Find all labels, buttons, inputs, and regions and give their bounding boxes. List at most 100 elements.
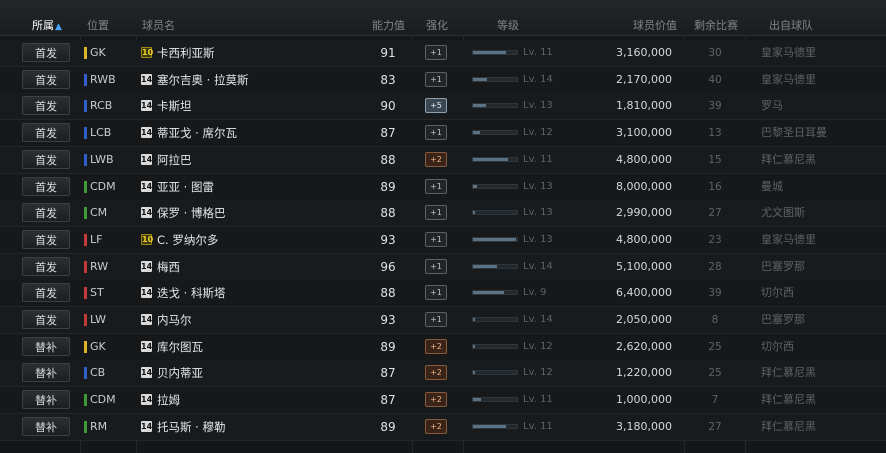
position-color-bar [84, 233, 87, 246]
ability-value: 89 [380, 339, 396, 354]
role-button[interactable]: 首发 [22, 123, 70, 143]
player-name[interactable]: 塞尔吉奥 · 拉莫斯 [157, 67, 248, 93]
table-row[interactable]: 替补 GK 14 库尔图瓦 89 +2 Lv. 12 2,620,000 25 切尔西 [0, 333, 886, 361]
value-header[interactable]: 球员价值 [633, 0, 677, 35]
level-progress-bar [472, 76, 518, 82]
ability-header[interactable]: 能力值 [372, 0, 405, 35]
player-name[interactable]: 贝内蒂亚 [157, 360, 203, 386]
position-label: RM [90, 419, 108, 433]
role-button[interactable]: 首发 [22, 310, 70, 329]
level-progress-fill [473, 211, 476, 215]
role-button[interactable]: 替补 [22, 336, 70, 356]
source-team: 拜仁慕尼黑 [761, 419, 816, 433]
table-row[interactable]: 首发 CDM 14 亚亚 · 图雷 89 +1 Lv. 13 8,000,000 16 曼城 [0, 173, 886, 201]
role-button[interactable]: 首发 [22, 283, 70, 303]
table-row[interactable]: 首发 CM 14 保罗 · 博格巴 88 +1 Lv. 13 2,990,000 27 尤文图斯 [0, 200, 886, 228]
table-row[interactable]: 首发 LW 14 内马尔 93 +1 Lv. 14 2,050,000 8 巴塞罗那 [0, 307, 886, 334]
enhance-level-badge: +1 [425, 231, 447, 247]
level-label: Lv. 9 [523, 287, 547, 299]
table-row[interactable]: 首发 LWB 14 阿拉巴 88 +2 Lv. 11 4,800,000 15 拜仁慕尼黑 [0, 146, 886, 174]
position-label: CDM [90, 179, 116, 193]
player-name[interactable]: 库尔图瓦 [157, 334, 203, 360]
team-header[interactable]: 出自球队 [769, 0, 813, 35]
table-row[interactable]: 替补 RM 14 托马斯 · 穆勒 89 +2 Lv. 11 3,180,000 27 拜仁慕尼黑 [0, 413, 886, 441]
remaining-matches: 25 [708, 367, 722, 380]
player-name[interactable]: 卡西利亚斯 [157, 40, 215, 66]
player-name[interactable]: 保罗 · 博格巴 [157, 200, 225, 226]
player-name[interactable]: 亚亚 · 图雷 [157, 174, 214, 200]
position-label: LWB [90, 152, 114, 166]
role-button[interactable]: 首发 [22, 176, 70, 196]
season-badge-icon: 14 [141, 287, 153, 299]
player-name[interactable]: C. 罗纳尔多 [157, 227, 218, 253]
squad-table: 所属▲ 位置 球员名 能力值 强化 等级 球员价值 剩余比赛 出自球队 首发 GK… [0, 0, 886, 453]
enhance-level-badge: +1 [425, 45, 447, 60]
table-row[interactable]: 替补 CDM 14 拉姆 87 +2 Lv. 11 1,000,000 7 拜仁慕尼黑 [0, 387, 886, 415]
level-label: Lv. 11 [523, 394, 553, 406]
enhance-level-badge: +1 [425, 205, 447, 221]
source-team: 巴黎圣日耳曼 [761, 126, 827, 140]
remaining-header[interactable]: 剩余比赛 [694, 0, 738, 35]
level-progress-bar [472, 423, 518, 429]
level-progress-bar [472, 236, 518, 242]
table-row[interactable]: 首发 LCB 14 蒂亚戈 · 席尔瓦 87 +1 Lv. 12 3,100,000 13 巴黎圣… [0, 120, 886, 148]
position-header[interactable]: 位置 [87, 0, 109, 35]
remaining-matches: 27 [708, 420, 722, 433]
remaining-matches: 25 [708, 340, 722, 353]
level-header[interactable]: 等级 [497, 0, 519, 35]
name-header[interactable]: 球员名 [142, 0, 175, 35]
player-name[interactable]: 拉姆 [157, 387, 180, 413]
position-label: RW [90, 259, 109, 273]
ability-value: 88 [380, 152, 396, 167]
level-progress-bar [472, 317, 518, 322]
table-row[interactable]: 替补 CB 14 贝内蒂亚 87 +2 Lv. 12 1,220,000 25 拜仁慕尼黑 [0, 360, 886, 388]
player-name[interactable]: 内马尔 [157, 307, 192, 333]
player-name[interactable]: 梅西 [157, 254, 180, 280]
player-name[interactable]: 迭戈 · 科斯塔 [157, 280, 225, 306]
enhance-header[interactable]: 强化 [426, 0, 448, 35]
season-badge-icon: 14 [141, 260, 153, 272]
level-progress-bar [472, 263, 518, 269]
role-button[interactable]: 替补 [22, 363, 70, 383]
table-row[interactable]: 首发 GK 10 卡西利亚斯 91 +1 Lv. 11 3,160,000 30 皇家马德里 [0, 40, 886, 67]
enhance-level-badge: +2 [425, 338, 447, 354]
role-button[interactable]: 首发 [22, 149, 70, 169]
table-row[interactable]: 首发 ST 14 迭戈 · 科斯塔 88 +1 Lv. 9 6,400,000 39 切尔西 [0, 280, 886, 308]
level-progress-bar [472, 210, 518, 216]
level-label: Lv. 13 [523, 233, 553, 245]
player-value: 4,800,000 [616, 232, 672, 246]
remaining-matches: 28 [708, 260, 722, 273]
table-row[interactable]: 首发 LF 10 C. 罗纳尔多 93 +1 Lv. 13 4,800,000 23 皇家马德里 [0, 226, 886, 254]
level-progress-fill [473, 318, 475, 321]
role-button[interactable]: 首发 [22, 229, 70, 249]
enhance-level-badge: +5 [425, 98, 447, 114]
role-button[interactable]: 替补 [22, 390, 70, 410]
remaining-matches: 40 [708, 73, 722, 86]
position-color-bar [84, 420, 87, 433]
role-button[interactable]: 首发 [22, 256, 70, 276]
ability-value: 87 [380, 126, 396, 141]
level-progress-fill [473, 51, 506, 54]
level-progress-bar [472, 183, 518, 189]
level-progress-fill [473, 104, 487, 108]
player-name[interactable]: 卡斯坦 [157, 93, 192, 119]
position-color-bar [84, 47, 87, 59]
table-row[interactable]: 首发 RCB 14 卡斯坦 90 +5 Lv. 13 1,810,000 39 罗马 [0, 93, 886, 121]
role-button[interactable]: 首发 [22, 96, 70, 116]
season-badge-icon: 14 [141, 420, 153, 432]
role-button[interactable]: 首发 [22, 203, 70, 223]
player-name[interactable]: 托马斯 · 穆勒 [157, 414, 225, 440]
table-row[interactable]: 首发 RWB 14 塞尔吉奥 · 拉莫斯 83 +1 Lv. 14 2,170,000 40 皇家… [0, 66, 886, 94]
position-label: CDM [90, 393, 116, 407]
table-row[interactable]: 首发 RW 14 梅西 96 +1 Lv. 14 5,100,000 28 巴塞罗那 [0, 253, 886, 281]
sort-by-role-header[interactable]: 所属▲ [32, 0, 62, 35]
level-progress-bar [472, 50, 518, 55]
player-name[interactable]: 阿拉巴 [157, 147, 192, 173]
player-name[interactable]: 蒂亚戈 · 席尔瓦 [157, 120, 237, 146]
level-progress-bar [472, 397, 518, 403]
role-button[interactable]: 首发 [22, 69, 70, 89]
role-button[interactable]: 替补 [22, 416, 70, 436]
ability-value: 96 [380, 259, 396, 274]
role-button[interactable]: 首发 [22, 43, 70, 62]
level-label: Lv. 13 [523, 180, 553, 192]
